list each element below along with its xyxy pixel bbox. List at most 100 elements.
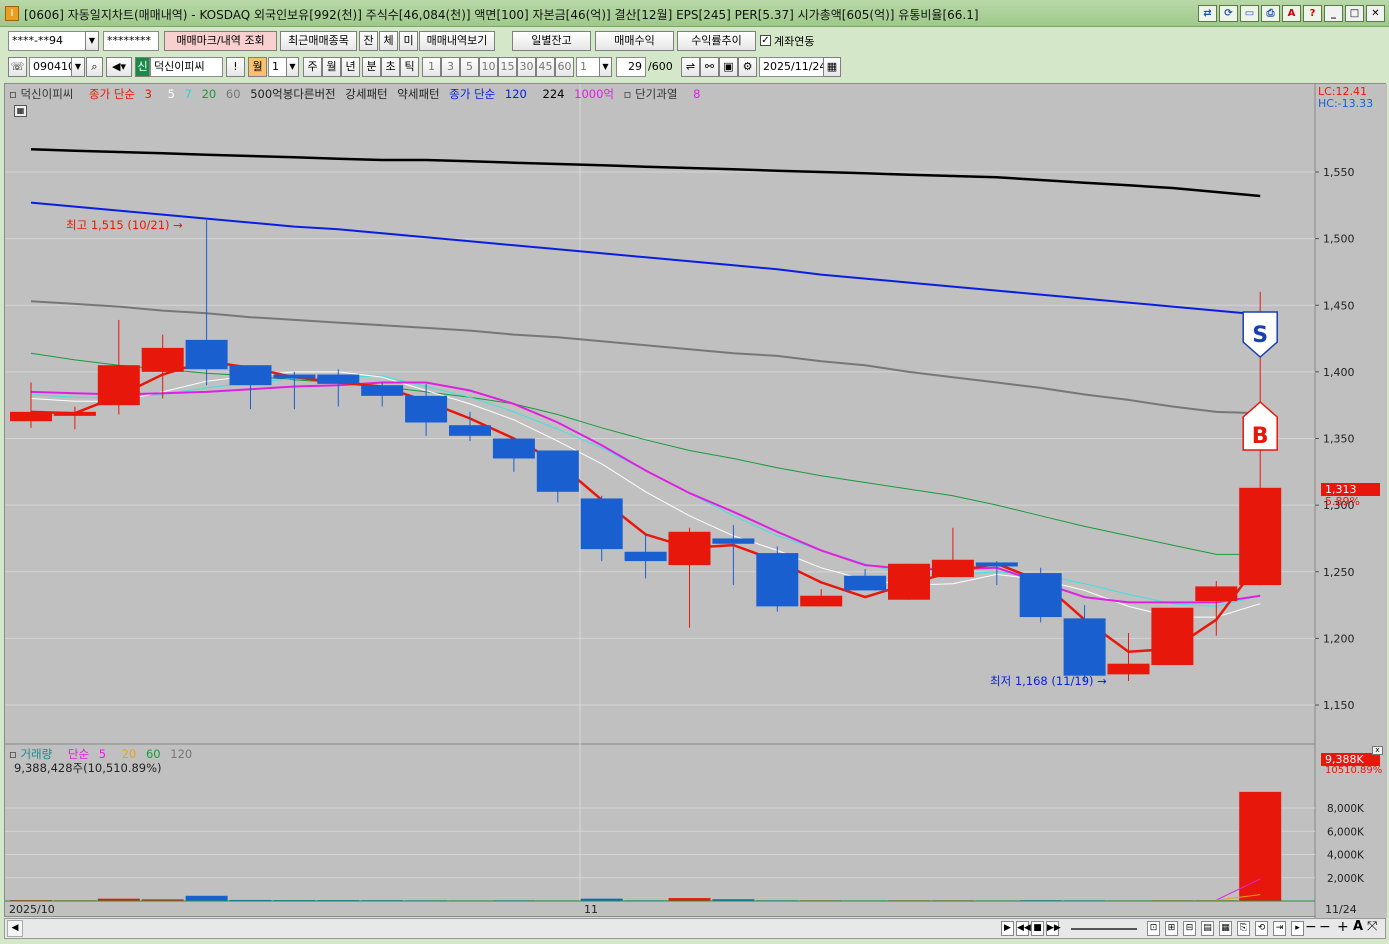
stock-name-field[interactable]: 덕신이피씨 (150, 57, 223, 77)
refresh-icon[interactable]: ⟳ (1219, 5, 1238, 22)
help-icon[interactable]: ? (1303, 5, 1322, 22)
zoom-move-icon[interactable]: − (1319, 919, 1331, 935)
candle-body (536, 450, 579, 492)
period-month-button[interactable]: 월 (248, 57, 267, 77)
unfilled-button[interactable]: 미 (399, 31, 418, 51)
marks-query-button[interactable]: 매매마크/내역 조회 (164, 31, 277, 51)
trade-history-button[interactable]: 매매내역보기 (419, 31, 495, 51)
calendar-icon[interactable]: ▦ (823, 57, 841, 77)
window-buttons: ⇄ ⟳ ▭ ⎙ A ? _ □ ✕ (1198, 5, 1385, 22)
export-icon[interactable]: ⇥ (1273, 921, 1286, 936)
period-year[interactable]: 년 (341, 57, 360, 77)
compare-icon[interactable]: ⚯ (700, 57, 719, 77)
zoom-in-icon[interactable]: + (1337, 919, 1349, 935)
period-month[interactable]: 월 (322, 57, 341, 77)
candle-body (1195, 586, 1238, 602)
daily-balance-button[interactable]: 일별잔고 (512, 31, 591, 51)
volume-pct-label: 10510.89% (1325, 765, 1383, 776)
minute-15[interactable]: 15 (498, 57, 517, 77)
volume-tick-label: 6,000K (1327, 826, 1365, 838)
period-count-field[interactable]: 1 (268, 57, 288, 77)
copy-icon[interactable]: ⎘ (1237, 921, 1250, 936)
period-week[interactable]: 주 (303, 57, 322, 77)
link-icon[interactable]: ⇄ (1198, 5, 1217, 22)
zoom-area-icon[interactable]: ⊞ (1165, 921, 1178, 936)
candle-body (975, 562, 1018, 567)
zoom-fit-icon[interactable]: ⊡ (1147, 921, 1160, 936)
font-size-icon[interactable]: A (1353, 919, 1363, 934)
screen-icon[interactable]: ▭ (1240, 5, 1259, 22)
price-volume-chart[interactable]: 1,5501,5001,4501,4001,3501,3001,2501,200… (5, 84, 1387, 918)
volume-tick-label: 4,000K (1327, 850, 1365, 862)
pane-close-icon[interactable]: x (1372, 746, 1383, 755)
alert-button[interactable]: ! (226, 57, 245, 77)
scroll-left-icon[interactable]: ◀ (7, 920, 23, 937)
candle-body (141, 347, 184, 372)
search-icon[interactable]: ⌕ (86, 57, 103, 77)
print-icon[interactable]: ⎙ (1261, 5, 1280, 22)
minute-3[interactable]: 3 (441, 57, 460, 77)
layout-icon[interactable]: ▤ (1201, 921, 1214, 936)
minute-5[interactable]: 5 (460, 57, 479, 77)
play-icon[interactable]: ▶ (1001, 921, 1014, 936)
period-tick[interactable]: 틱 (400, 57, 419, 77)
save-icon[interactable]: ▣ (719, 57, 738, 77)
executed-button[interactable]: 체 (379, 31, 398, 51)
candle-body (317, 374, 360, 384)
balance-button[interactable]: 잔 (359, 31, 378, 51)
speaker-icon[interactable]: ◀▾ (106, 57, 132, 77)
chart-area[interactable]: 1,550 1,500 1,450 1,400 1,350 1,300 1,250 1,200… (4, 83, 1387, 918)
profit-rate-button[interactable]: 수익률추이 (677, 31, 756, 51)
candle-body (53, 411, 96, 416)
candle-body (624, 551, 667, 562)
close-button[interactable]: ✕ (1366, 5, 1385, 22)
account-link-checkbox[interactable]: ✓ (760, 35, 771, 46)
split-icon[interactable]: ⊟ (1183, 921, 1196, 936)
crosshair-icon[interactable]: ⤧ (1367, 919, 1377, 934)
trade-profit-button[interactable]: 매매수익 (595, 31, 674, 51)
date-field[interactable]: 2025/11/24 (759, 57, 824, 77)
font-icon[interactable]: A (1282, 5, 1301, 22)
minimize-button[interactable]: _ (1324, 5, 1343, 22)
candle-body (800, 595, 843, 607)
unit-dropdown-icon[interactable]: ▼ (599, 57, 612, 77)
volume-bar (1239, 791, 1282, 901)
password-field[interactable]: ******** (103, 31, 159, 51)
stop-icon[interactable]: ■ (1031, 921, 1044, 936)
legend-ma7: 7 (184, 87, 192, 101)
minute-45[interactable]: 45 (536, 57, 555, 77)
minute-30[interactable]: 30 (517, 57, 536, 77)
low-annotation: 최저 1,168 (11/19) → (990, 674, 1107, 688)
ma224-line (30, 148, 1261, 198)
fast-forward-icon[interactable]: ▶▶ (1046, 921, 1061, 936)
phone-icon[interactable]: ☏ (8, 57, 27, 77)
rewind-icon[interactable]: ◀◀ (1016, 921, 1031, 936)
account-dropdown-icon[interactable]: ▼ (85, 31, 99, 51)
period-dropdown-icon[interactable]: ▼ (286, 57, 299, 77)
candle-body (405, 395, 448, 423)
zoom-out-icon[interactable]: − (1305, 919, 1317, 935)
price-tick-label: 1,500 (1323, 233, 1355, 246)
chart-scrollbar[interactable]: ◀ ▶ ◀◀ ■ ▶▶ ⊡ ⊞ ⊟ ▤ ▦ ⎘ ⟲ ⇥ ▸ − − + A ⤧ (4, 918, 1386, 939)
minute-10[interactable]: 10 (479, 57, 498, 77)
candle-body (1107, 663, 1150, 675)
period-second[interactable]: 초 (381, 57, 400, 77)
recent-trades-button[interactable]: 최근매매종목 (280, 31, 357, 51)
reset-icon[interactable]: ⟲ (1255, 921, 1268, 936)
count-field[interactable]: 29 (616, 57, 646, 77)
period-minute[interactable]: 분 (362, 57, 381, 77)
settings-icon[interactable]: ⚙ (738, 57, 757, 77)
maximize-button[interactable]: □ (1345, 5, 1364, 22)
code-dropdown-icon[interactable]: ▼ (71, 57, 85, 77)
unit-field[interactable]: 1 (576, 57, 600, 77)
minute-60[interactable]: 60 (555, 57, 574, 77)
scroll-right-small-icon[interactable]: ▸ (1291, 921, 1304, 936)
grid-icon[interactable]: ▦ (1219, 921, 1232, 936)
stock-code-input[interactable]: 090410 (29, 57, 73, 77)
legend-pattern1: 500억봉다른버전 (250, 87, 336, 101)
candle-body (756, 553, 799, 607)
chart-tool-icon[interactable]: ⇌ (681, 57, 700, 77)
minute-1[interactable]: 1 (422, 57, 441, 77)
speed-slider[interactable] (1071, 928, 1137, 930)
table-toggle-icon[interactable]: ▦ (14, 105, 27, 117)
